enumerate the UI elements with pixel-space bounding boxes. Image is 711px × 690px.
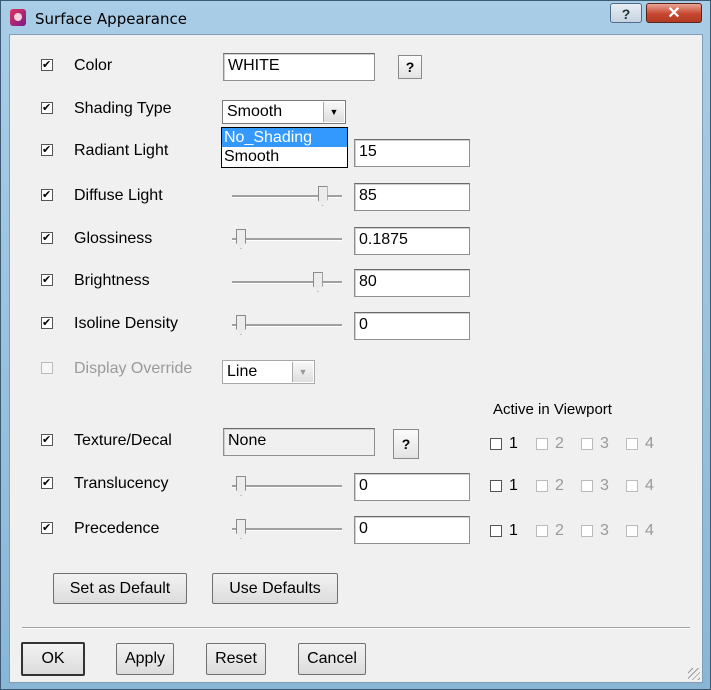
color-field[interactable]: WHITE [223, 53, 375, 81]
title-bar[interactable]: Surface Appearance ? ✕ [1, 1, 710, 35]
isoline-density-slider[interactable] [232, 315, 342, 335]
viewport-number: 2 [555, 435, 564, 452]
glossiness-label: Glossiness [74, 230, 153, 247]
resize-grip[interactable] [688, 668, 700, 680]
viewport-number: 1 [509, 477, 518, 494]
viewport-checkbox[interactable] [626, 525, 638, 537]
glossiness-slider[interactable] [232, 229, 342, 249]
shading-type-select[interactable]: Smooth ▼ [222, 100, 346, 124]
slider-thumb[interactable] [317, 186, 328, 206]
slider-track [232, 324, 342, 327]
precedence-slider[interactable] [232, 519, 342, 539]
viewport-checkbox[interactable] [536, 438, 548, 450]
radiant-light-checkbox[interactable] [41, 144, 53, 156]
viewport-checkbox[interactable] [626, 480, 638, 492]
diffuse-light-field[interactable]: 85 [354, 183, 470, 211]
viewport-checkbox[interactable] [536, 480, 548, 492]
viewport-number: 4 [645, 435, 654, 452]
color-help-button[interactable]: ? [398, 55, 422, 79]
close-icon[interactable]: ✕ [646, 3, 702, 23]
display-override-select[interactable]: Line ▼ [222, 360, 315, 384]
app-icon [10, 9, 26, 26]
precedence-field[interactable]: 0 [354, 516, 470, 544]
viewport-number: 4 [645, 477, 654, 494]
viewport-checkbox[interactable] [490, 525, 502, 537]
radiant-light-label: Radiant Light [74, 142, 169, 159]
surface-appearance-window: Surface Appearance ? ✕ Color WHITE ? Sha… [0, 0, 711, 690]
glossiness-field[interactable]: 0.1875 [354, 227, 470, 255]
slider-thumb[interactable] [312, 272, 323, 292]
isoline-density-checkbox[interactable] [41, 317, 53, 329]
slider-track [232, 281, 342, 284]
color-label: Color [74, 57, 113, 74]
divider [22, 627, 690, 629]
radiant-light-field[interactable]: 15 [354, 139, 470, 167]
dropdown-option-smooth[interactable]: Smooth [222, 147, 347, 166]
viewport-number: 4 [645, 522, 654, 539]
diffuse-light-slider[interactable] [232, 186, 342, 206]
active-in-viewport-header: Active in Viewport [493, 401, 612, 418]
diffuse-light-checkbox[interactable] [41, 189, 53, 201]
viewport-number: 3 [600, 477, 609, 494]
precedence-checkbox[interactable] [41, 522, 53, 534]
shading-type-value: Smooth [227, 103, 283, 120]
use-defaults-button[interactable]: Use Defaults [212, 573, 338, 604]
brightness-label: Brightness [74, 272, 150, 289]
chevron-down-icon[interactable]: ▼ [292, 362, 313, 382]
slider-thumb[interactable] [236, 519, 246, 539]
viewport-number: 1 [509, 522, 518, 539]
viewport-checkbox[interactable] [536, 525, 548, 537]
dialog-body: Color WHITE ? Shading Type Smooth ▼ No_S… [9, 34, 703, 683]
slider-track [232, 485, 342, 488]
translucency-checkbox[interactable] [41, 477, 53, 489]
shading-type-dropdown: No_Shading Smooth [221, 127, 348, 168]
ok-button[interactable]: OK [21, 642, 85, 676]
viewport-checkbox[interactable] [581, 438, 593, 450]
slider-thumb[interactable] [236, 315, 246, 335]
set-as-default-button[interactable]: Set as Default [53, 573, 187, 604]
viewport-number: 1 [509, 435, 518, 452]
slider-track [232, 238, 342, 241]
texture-help-button[interactable]: ? [393, 429, 419, 459]
isoline-density-label: Isoline Density [74, 315, 179, 332]
texture-decal-field: None [223, 428, 375, 456]
shading-type-label: Shading Type [74, 100, 172, 117]
shading-type-checkbox[interactable] [41, 102, 53, 114]
viewport-number: 3 [600, 522, 609, 539]
translucency-field[interactable]: 0 [354, 473, 470, 501]
help-title-button[interactable]: ? [610, 3, 642, 23]
isoline-density-field[interactable]: 0 [354, 312, 470, 340]
viewport-checkbox[interactable] [626, 438, 638, 450]
viewport-checkbox[interactable] [581, 480, 593, 492]
viewport-checkbox[interactable] [490, 438, 502, 450]
slider-thumb[interactable] [236, 476, 246, 496]
translucency-label: Translucency [74, 475, 169, 492]
window-title: Surface Appearance [35, 10, 187, 28]
viewport-number: 2 [555, 477, 564, 494]
display-override-checkbox[interactable] [41, 362, 53, 374]
viewport-checkbox[interactable] [490, 480, 502, 492]
dropdown-option-no-shading[interactable]: No_Shading [222, 128, 347, 147]
brightness-slider[interactable] [232, 272, 342, 292]
viewport-checkbox[interactable] [581, 525, 593, 537]
apply-button[interactable]: Apply [116, 643, 174, 675]
glossiness-checkbox[interactable] [41, 232, 53, 244]
texture-decal-checkbox[interactable] [41, 434, 53, 446]
display-override-value: Line [227, 363, 258, 380]
cancel-button[interactable]: Cancel [298, 643, 366, 675]
brightness-field[interactable]: 80 [354, 269, 470, 297]
display-override-label: Display Override [74, 360, 193, 377]
slider-thumb[interactable] [236, 229, 246, 249]
chevron-down-icon[interactable]: ▼ [323, 102, 344, 122]
color-checkbox[interactable] [41, 59, 53, 71]
brightness-checkbox[interactable] [41, 274, 53, 286]
viewport-number: 2 [555, 522, 564, 539]
precedence-label: Precedence [74, 520, 160, 537]
slider-track [232, 528, 342, 531]
reset-button[interactable]: Reset [206, 643, 266, 675]
viewport-number: 3 [600, 435, 609, 452]
texture-decal-label: Texture/Decal [74, 432, 172, 449]
translucency-slider[interactable] [232, 476, 342, 496]
diffuse-light-label: Diffuse Light [74, 187, 163, 204]
